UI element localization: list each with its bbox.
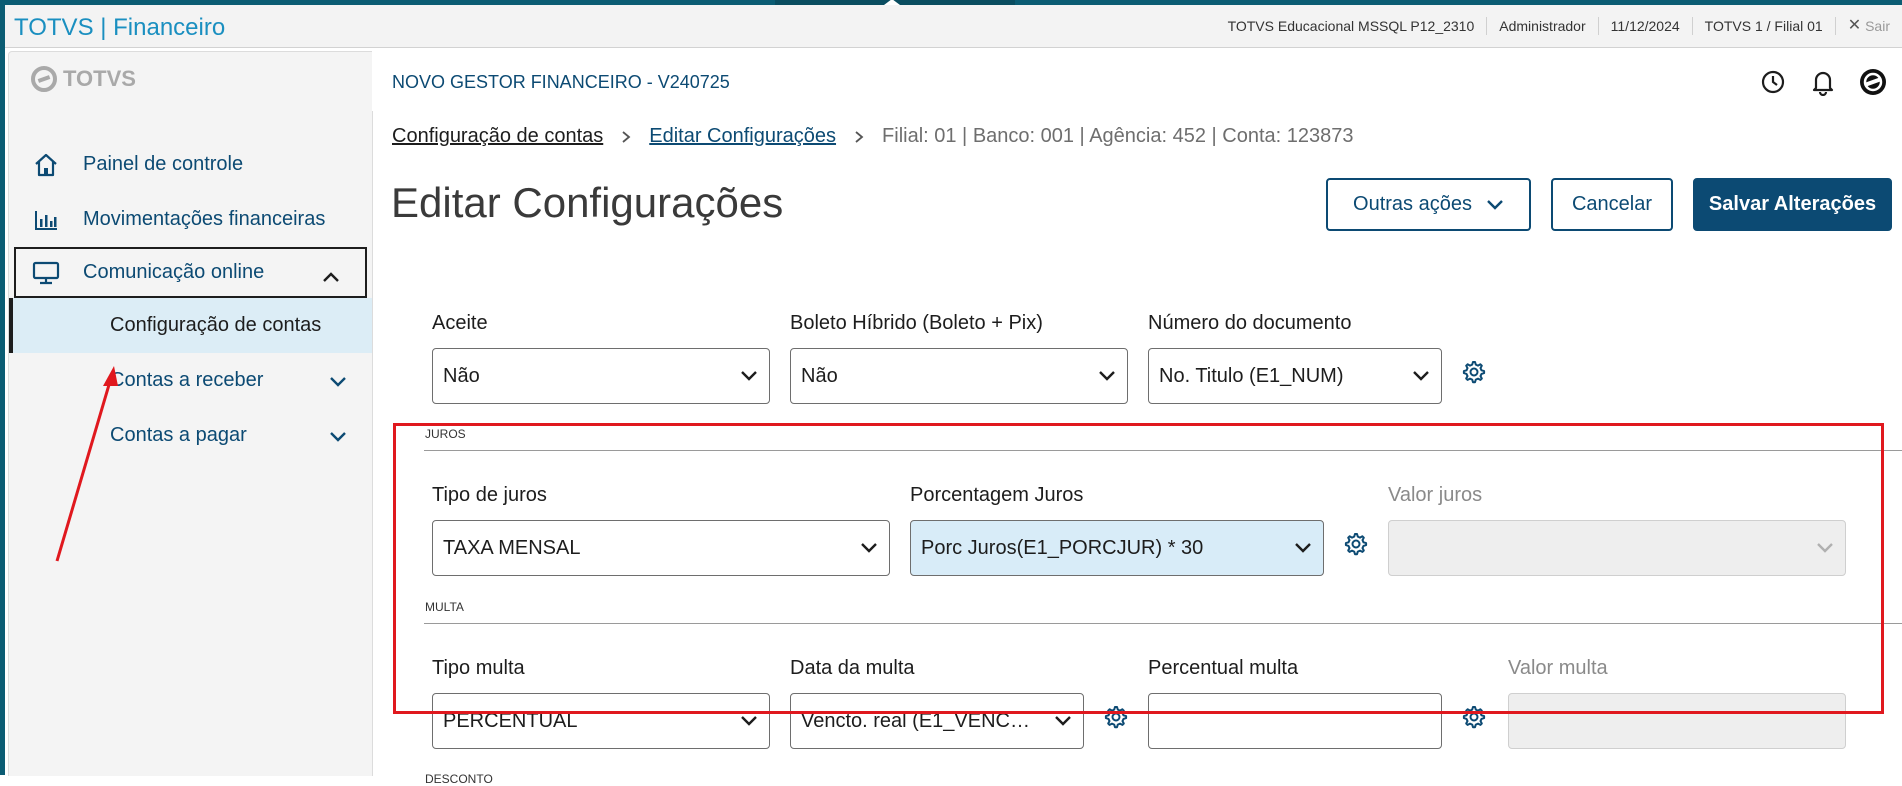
- totvs-logo-icon[interactable]: [1858, 67, 1888, 97]
- chevron-down-icon: [1401, 370, 1441, 382]
- aceite-value: Não: [443, 364, 480, 387]
- breadcrumb-link-configuracao[interactable]: Configuração de contas: [392, 125, 603, 148]
- save-button[interactable]: Salvar Alterações: [1693, 178, 1892, 231]
- breadcrumb-account-info: Filial: 01 | Banco: 001 | Agência: 452 |…: [882, 125, 1354, 147]
- boleto-hibrido-label: Boleto Híbrido (Boleto + Pix): [790, 312, 1043, 334]
- boleto-hibrido-select[interactable]: Não: [790, 348, 1128, 404]
- section-desconto-label: DESCONTO: [425, 772, 493, 786]
- left-rail: [0, 5, 5, 775]
- home-icon: [31, 150, 61, 180]
- numero-documento-label: Número do documento: [1148, 312, 1352, 334]
- aceite-select[interactable]: Não: [432, 348, 770, 404]
- chevron-down-icon: [1487, 199, 1503, 210]
- cancel-button[interactable]: Cancelar: [1551, 178, 1673, 231]
- date-label[interactable]: 11/12/2024: [1597, 17, 1692, 35]
- breadcrumb: Configuração de contas Editar Configuraç…: [392, 125, 1354, 148]
- clock-icon[interactable]: [1758, 67, 1788, 97]
- chevron-down-icon: [1043, 715, 1083, 727]
- breadcrumb-link-editar[interactable]: Editar Configurações: [649, 125, 836, 148]
- chevron-up-icon[interactable]: [322, 266, 340, 289]
- logo-text: TOTVS: [63, 66, 136, 91]
- header-icons: [1738, 67, 1888, 97]
- close-icon: ✕: [1847, 17, 1862, 34]
- environment-label: TOTVS Educacional MSSQL P12_2310: [1227, 18, 1475, 34]
- chevron-down-icon: [729, 715, 769, 727]
- chevron-right-icon: [854, 130, 864, 144]
- bar-chart-icon: [31, 205, 61, 235]
- module-title: NOVO GESTOR FINANCEIRO - V240725: [392, 72, 730, 92]
- gear-icon[interactable]: [1459, 358, 1487, 386]
- sidebar-subitem-label: Configuração de contas: [110, 314, 322, 336]
- titlebar-info: TOTVS Educacional MSSQL P12_2310 Adminis…: [1216, 5, 1902, 47]
- sidebar-subitem-configuracao[interactable]: Configuração de contas: [9, 298, 372, 353]
- page-actions: Outras ações Cancelar Salvar Alterações: [1306, 178, 1892, 231]
- red-highlight-annotation: [393, 423, 1884, 714]
- sidebar-item-label: Comunicação online: [83, 261, 265, 283]
- branch-label[interactable]: TOTVS 1 / Filial 01: [1691, 17, 1835, 35]
- chevron-down-icon: [329, 426, 347, 449]
- numero-documento-select[interactable]: No. Titulo (E1_NUM): [1148, 348, 1442, 404]
- chevron-down-icon: [1087, 370, 1127, 382]
- page-title: Editar Configurações: [391, 179, 784, 226]
- app-title: TOTVS | Financeiro: [14, 14, 226, 41]
- totvs-logo: TOTVS: [31, 66, 136, 92]
- aceite-label: Aceite: [432, 312, 488, 334]
- main-header: NOVO GESTOR FINANCEIRO - V240725: [372, 51, 1902, 111]
- exit-label: Sair: [1865, 18, 1890, 34]
- totvs-logo-icon: [31, 66, 57, 92]
- sidebar-item-movimentacoes[interactable]: Movimentações financeiras: [9, 192, 372, 247]
- exit-button[interactable]: ✕ Sair: [1834, 17, 1902, 35]
- boleto-hibrido-value: Não: [801, 364, 838, 387]
- bell-icon[interactable]: [1808, 67, 1838, 97]
- red-arrow-annotation: [55, 366, 118, 562]
- user-label[interactable]: Administrador: [1486, 17, 1597, 35]
- other-actions-label: Outras ações: [1353, 193, 1472, 215]
- chevron-down-icon: [329, 371, 347, 394]
- numero-documento-value: No. Titulo (E1_NUM): [1159, 364, 1344, 387]
- chevron-down-icon: [729, 370, 769, 382]
- other-actions-button[interactable]: Outras ações: [1326, 178, 1531, 231]
- chevron-right-icon: [621, 130, 631, 144]
- sidebar-item-painel[interactable]: Painel de controle: [9, 137, 372, 192]
- monitor-icon: [31, 258, 61, 288]
- window-titlebar: TOTVS | Financeiro TOTVS Educacional MSS…: [5, 5, 1902, 48]
- sidebar-item-comunicacao[interactable]: Comunicação online: [14, 247, 367, 298]
- sidebar: TOTVS Painel de controle Movimentações f…: [8, 51, 373, 776]
- sidebar-item-label: Movimentações financeiras: [83, 208, 326, 230]
- sidebar-item-label: Painel de controle: [83, 153, 244, 175]
